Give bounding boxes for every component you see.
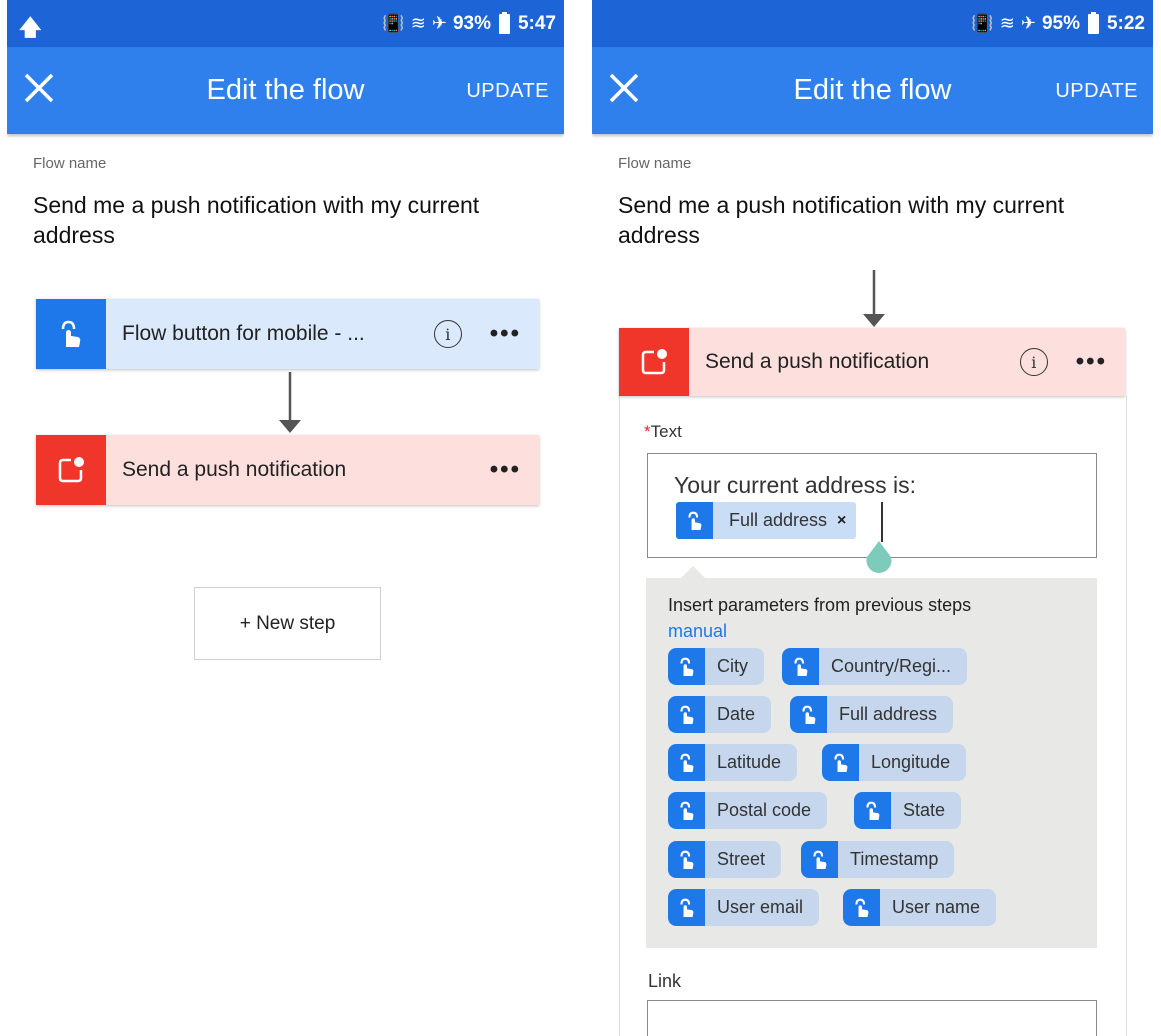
wifi-icon: ≋: [410, 13, 426, 33]
touch-button-icon: [668, 792, 705, 829]
param-chip-label: Postal code: [717, 800, 812, 820]
upload-arrow-icon: 🡅: [19, 15, 42, 40]
remove-token-icon[interactable]: ×: [837, 512, 856, 530]
param-chip[interactable]: Latitude: [668, 744, 798, 781]
param-chip[interactable]: Street: [668, 841, 782, 878]
param-chip-label: City: [717, 656, 748, 676]
touch-button-icon: [782, 648, 819, 685]
airplane-icon: ✈: [431, 13, 447, 33]
full-address-token[interactable]: Full address ×: [676, 502, 857, 539]
touch-button-icon: [36, 299, 106, 369]
touch-button-icon: [668, 648, 705, 685]
battery-percent: 95%: [1041, 12, 1080, 34]
more-options-icon[interactable]: •••: [1076, 348, 1107, 376]
action-card[interactable]: Send a push notification •••: [36, 435, 539, 505]
clock: 5:22: [1106, 12, 1145, 34]
trigger-label: Flow button for mobile - ...: [122, 322, 365, 345]
vibrate-icon: 📳: [382, 13, 405, 33]
touch-button-icon: [668, 841, 705, 878]
param-chip-label: User email: [717, 897, 804, 917]
status-indicators: 📳 ≋ ✈ 95% 5:22: [971, 0, 1145, 47]
param-chip-label: User name: [892, 897, 981, 917]
param-chip[interactable]: Full address: [790, 696, 954, 733]
touch-button-icon: [822, 744, 859, 781]
notification-icon: [36, 435, 106, 505]
param-chip-label: Timestamp: [850, 849, 939, 869]
text-field-label: *Text: [644, 422, 682, 442]
touch-button-icon: [801, 841, 838, 878]
token-label: Full address: [729, 510, 828, 530]
airplane-icon: ✈: [1020, 13, 1036, 33]
touch-button-icon: [668, 744, 705, 781]
action-label: Send a push notification: [705, 350, 930, 373]
touch-button-icon: [843, 889, 880, 926]
more-options-icon[interactable]: •••: [490, 456, 521, 484]
touch-button-icon: [668, 696, 705, 733]
flow-name-label: Flow name: [618, 155, 692, 172]
app-bar: Edit the flow UPDATE: [7, 47, 564, 134]
param-chip-label: Country/Regi...: [831, 656, 952, 676]
clock: 5:47: [517, 12, 556, 34]
param-chip[interactable]: Timestamp: [801, 841, 955, 878]
touch-button-icon: [676, 502, 713, 539]
cursor-handle-icon[interactable]: [863, 541, 895, 577]
params-title: Insert parameters from previous steps: [668, 595, 972, 615]
more-options-icon[interactable]: •••: [490, 320, 521, 348]
status-bar: 🡅 📳 ≋ ✈ 93% 5:47: [7, 0, 564, 47]
param-chip-label: Full address: [839, 704, 938, 724]
touch-button-icon: [790, 696, 827, 733]
status-indicators: 📳 ≋ ✈ 93% 5:47: [382, 0, 556, 47]
text-caret: [881, 502, 883, 542]
link-field-label: Link: [648, 971, 682, 991]
app-bar: Edit the flow UPDATE: [592, 47, 1153, 134]
new-step-button[interactable]: + New step: [194, 587, 381, 660]
touch-button-icon: [854, 792, 891, 829]
text-value: Your current address is:: [674, 472, 917, 498]
dynamic-content-panel: Insert parameters from previous steps ma…: [646, 578, 1097, 948]
notification-icon: [619, 328, 689, 396]
right-screen: 📳 ≋ ✈ 95% 5:22 Edit the flow UPDATE Flow…: [592, 0, 1153, 1036]
status-bar: 📳 ≋ ✈ 95% 5:22: [592, 0, 1153, 47]
info-icon[interactable]: i: [433, 320, 462, 348]
link-input[interactable]: [647, 1000, 1097, 1036]
battery-icon: [1087, 11, 1099, 34]
flow-arrow: [863, 270, 885, 327]
update-button[interactable]: UPDATE: [1055, 80, 1138, 103]
flow-name-field[interactable]: Send me a push notification with my curr…: [618, 190, 1128, 250]
flow-name-field[interactable]: Send me a push notification with my curr…: [33, 190, 543, 250]
left-screen: 🡅 📳 ≋ ✈ 93% 5:47 Edit the flow UPDATE Fl…: [7, 0, 564, 1036]
param-chip[interactable]: State: [854, 792, 962, 829]
param-chip[interactable]: User name: [843, 889, 997, 926]
wifi-icon: ≋: [999, 13, 1015, 33]
param-chip-label: Street: [717, 849, 766, 869]
required-marker: *: [644, 422, 651, 441]
params-source-link[interactable]: manual: [668, 621, 727, 642]
trigger-card[interactable]: Flow button for mobile - ... i •••: [36, 299, 539, 369]
param-chip[interactable]: User email: [668, 889, 820, 926]
battery-icon: [498, 11, 510, 34]
text-label: Text: [650, 422, 682, 441]
battery-percent: 93%: [452, 12, 491, 34]
param-chip-label: Longitude: [871, 752, 951, 772]
update-button[interactable]: UPDATE: [466, 80, 549, 103]
param-chip[interactable]: Date: [668, 696, 772, 733]
param-chip-label: Latitude: [717, 752, 782, 772]
flow-name-label: Flow name: [33, 155, 107, 172]
panel-notch: [681, 566, 705, 578]
param-chip[interactable]: Country/Regi...: [782, 648, 968, 685]
param-chip[interactable]: City: [668, 648, 764, 685]
flow-arrow: [279, 372, 301, 433]
touch-button-icon: [668, 889, 705, 926]
param-chip-label: Date: [717, 704, 756, 724]
vibrate-icon: 📳: [971, 13, 994, 33]
info-icon[interactable]: i: [1019, 348, 1048, 376]
param-chip[interactable]: Postal code: [668, 792, 828, 829]
action-label: Send a push notification: [122, 458, 347, 481]
param-chip-label: State: [903, 800, 946, 820]
param-chip[interactable]: Longitude: [822, 744, 967, 781]
action-card[interactable]: Send a push notification i •••: [619, 328, 1125, 396]
